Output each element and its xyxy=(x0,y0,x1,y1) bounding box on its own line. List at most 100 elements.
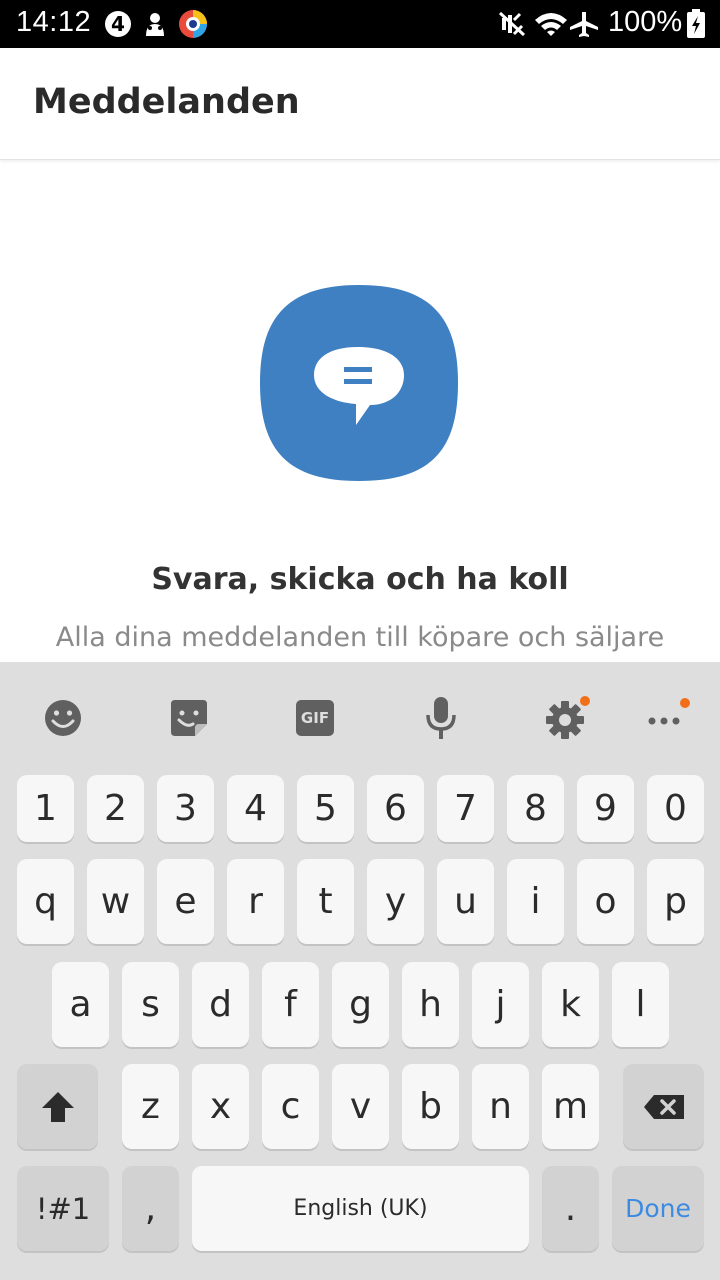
comma-key[interactable]: , xyxy=(122,1166,179,1251)
key-label: o xyxy=(594,881,617,922)
keyboard: GIF 1 2 3 4 5 6 7 8 9 0 q w e r t y u i … xyxy=(0,662,720,1280)
key-d[interactable]: d xyxy=(192,962,249,1047)
key-label: . xyxy=(564,1188,577,1229)
key-label: , xyxy=(144,1188,157,1229)
symbols-key[interactable]: !#1 xyxy=(17,1166,109,1251)
key-l[interactable]: l xyxy=(612,962,669,1047)
key-label: 6 xyxy=(384,788,407,829)
key-label: v xyxy=(349,1086,372,1127)
sticker-icon[interactable] xyxy=(159,692,219,744)
key-0[interactable]: 0 xyxy=(647,775,704,842)
key-c[interactable]: c xyxy=(262,1064,319,1149)
key-label: c xyxy=(280,1086,301,1127)
key-1[interactable]: 1 xyxy=(17,775,74,842)
key-b[interactable]: b xyxy=(402,1064,459,1149)
key-2[interactable]: 2 xyxy=(87,775,144,842)
key-label: p xyxy=(664,881,687,922)
key-label: 7 xyxy=(454,788,477,829)
key-label: !#1 xyxy=(35,1191,91,1226)
key-i[interactable]: i xyxy=(507,859,564,944)
status-time: 14:12 xyxy=(16,6,92,38)
key-label: 8 xyxy=(524,788,547,829)
key-n[interactable]: n xyxy=(472,1064,529,1149)
key-g[interactable]: g xyxy=(332,962,389,1047)
gif-icon[interactable]: GIF xyxy=(285,692,345,744)
done-key[interactable]: Done xyxy=(612,1166,704,1251)
key-label: t xyxy=(318,881,333,922)
key-label: q xyxy=(34,881,57,922)
settings-icon[interactable] xyxy=(537,692,597,744)
key-label: 4 xyxy=(244,788,267,829)
key-label: 2 xyxy=(104,788,127,829)
key-w[interactable]: w xyxy=(87,859,144,944)
key-o[interactable]: o xyxy=(577,859,634,944)
key-9[interactable]: 9 xyxy=(577,775,634,842)
wifi-icon xyxy=(535,13,567,36)
key-label: b xyxy=(419,1086,442,1127)
notification-4-icon: 4 xyxy=(105,11,131,37)
key-label: d xyxy=(209,984,232,1025)
app-bar: Meddelanden xyxy=(0,48,720,160)
shift-key[interactable] xyxy=(17,1064,98,1149)
key-y[interactable]: y xyxy=(367,859,424,944)
mute-icon xyxy=(498,11,526,37)
key-label: 1 xyxy=(34,788,57,829)
airplane-icon xyxy=(570,12,598,37)
key-t[interactable]: t xyxy=(297,859,354,944)
empty-state-title: Svara, skicka och ha koll xyxy=(151,562,569,597)
key-label: w xyxy=(100,881,131,922)
backspace-icon xyxy=(643,1094,684,1119)
key-7[interactable]: 7 xyxy=(437,775,494,842)
battery-charging-icon xyxy=(687,9,705,38)
key-8[interactable]: 8 xyxy=(507,775,564,842)
key-k[interactable]: k xyxy=(542,962,599,1047)
key-label: 0 xyxy=(664,788,687,829)
key-label: 9 xyxy=(594,788,617,829)
key-f[interactable]: f xyxy=(262,962,319,1047)
key-label: m xyxy=(552,1086,589,1127)
period-key[interactable]: . xyxy=(542,1166,599,1251)
key-label: s xyxy=(141,984,160,1025)
key-label: n xyxy=(489,1086,512,1127)
key-m[interactable]: m xyxy=(542,1064,599,1149)
key-label: a xyxy=(69,984,92,1025)
key-label: h xyxy=(419,984,442,1025)
browser-icon xyxy=(179,10,207,38)
backspace-key[interactable] xyxy=(623,1064,704,1149)
key-e[interactable]: e xyxy=(157,859,214,944)
key-z[interactable]: z xyxy=(122,1064,179,1149)
key-3[interactable]: 3 xyxy=(157,775,214,842)
key-s[interactable]: s xyxy=(122,962,179,1047)
key-label: y xyxy=(384,881,407,922)
key-6[interactable]: 6 xyxy=(367,775,424,842)
key-q[interactable]: q xyxy=(17,859,74,944)
key-label: z xyxy=(141,1086,160,1127)
key-label: e xyxy=(174,881,197,922)
key-a[interactable]: a xyxy=(52,962,109,1047)
key-j[interactable]: j xyxy=(472,962,529,1047)
microphone-icon[interactable] xyxy=(411,692,471,744)
status-bar: 14:12 4 100% xyxy=(0,0,720,48)
more-icon[interactable] xyxy=(636,692,696,744)
key-label: i xyxy=(530,881,541,922)
mascot-icon xyxy=(146,13,164,36)
shift-arrow-icon xyxy=(41,1091,74,1122)
key-label: u xyxy=(454,881,477,922)
emoji-icon[interactable] xyxy=(33,692,93,744)
key-v[interactable]: v xyxy=(332,1064,389,1149)
key-h[interactable]: h xyxy=(402,962,459,1047)
key-p[interactable]: p xyxy=(647,859,704,944)
svg-text:4: 4 xyxy=(111,12,125,36)
key-4[interactable]: 4 xyxy=(227,775,284,842)
key-x[interactable]: x xyxy=(192,1064,249,1149)
key-r[interactable]: r xyxy=(227,859,284,944)
key-label: g xyxy=(349,984,372,1025)
messages-empty-illustration xyxy=(260,285,458,481)
space-key[interactable]: English (UK) xyxy=(192,1166,529,1251)
key-label: Done xyxy=(625,1194,691,1223)
page-title: Meddelanden xyxy=(33,82,300,122)
key-label: 3 xyxy=(174,788,197,829)
key-label: l xyxy=(635,984,646,1025)
key-u[interactable]: u xyxy=(437,859,494,944)
key-5[interactable]: 5 xyxy=(297,775,354,842)
